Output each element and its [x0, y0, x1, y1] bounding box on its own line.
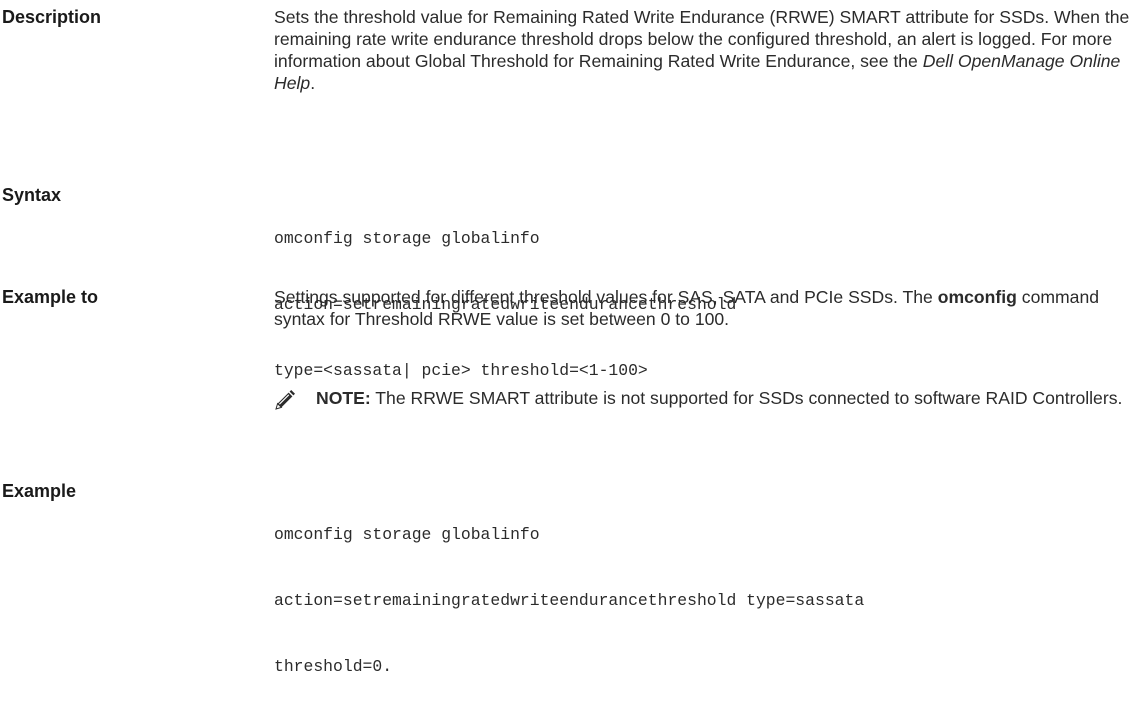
example-to-text-main: Settings supported for different thresho… — [274, 287, 938, 307]
example-term: Example — [2, 481, 77, 501]
description-text: Sets the threshold value for Remaining R… — [274, 6, 1146, 94]
example-line-3: threshold=0. — [274, 657, 393, 676]
note-body: The RRWE SMART attribute is not supporte… — [370, 388, 1123, 408]
syntax-line-1: omconfig storage globalinfo — [274, 229, 540, 248]
note-label: NOTE: — [316, 388, 371, 408]
note-text: NOTE: The RRWE SMART attribute is not su… — [316, 387, 1146, 409]
syntax-term: Syntax — [2, 185, 62, 205]
omconfig-command-name: omconfig — [937, 287, 1017, 307]
example-to-term: Example to — [2, 287, 99, 307]
example-line-1: omconfig storage globalinfo — [274, 525, 540, 544]
example-line-2: action=setremainingratedwriteenduranceth… — [274, 591, 865, 610]
pencil-note-icon — [274, 389, 296, 411]
example-code: omconfig storage globalinfo action=setre… — [274, 480, 1146, 722]
example-to-text: Settings supported for different thresho… — [274, 286, 1146, 330]
description-term: Description — [2, 7, 102, 27]
syntax-line-3: type=<sassata| pcie> threshold=<1-100> — [274, 361, 648, 380]
description-text-end: . — [310, 73, 316, 93]
